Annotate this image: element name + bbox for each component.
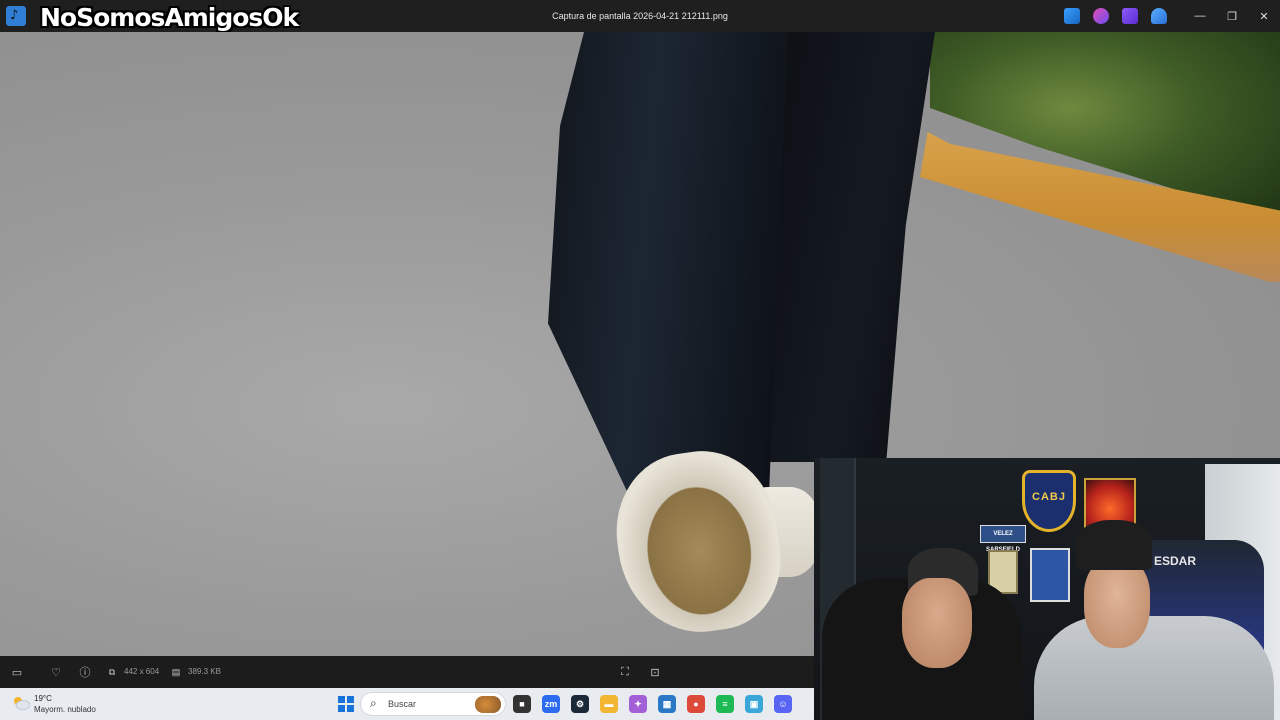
filesize-icon: ▤ bbox=[171, 666, 181, 677]
start-logo-tile bbox=[347, 696, 354, 703]
spotify-icon[interactable]: ≡ bbox=[716, 695, 734, 713]
favorite-icon[interactable]: ♡ bbox=[49, 665, 63, 679]
start-logo-tile bbox=[347, 705, 354, 712]
weather-condition[interactable]: Mayorm. nublado bbox=[34, 705, 96, 714]
boca-shield-icon: CABJ bbox=[1022, 470, 1076, 532]
person-right-cap bbox=[1076, 520, 1152, 570]
chair-brand: ESDAR bbox=[1154, 554, 1197, 568]
image-file-size: 389.3 KB bbox=[188, 667, 221, 676]
search-highlight-icon bbox=[475, 696, 501, 713]
image-dimensions: 442 x 604 bbox=[124, 667, 160, 676]
actual-size-icon[interactable]: ⊡ bbox=[648, 665, 662, 679]
shield-text: CABJ bbox=[1032, 491, 1066, 503]
person-right-body bbox=[1034, 616, 1274, 720]
clipchamp-icon[interactable] bbox=[1122, 8, 1138, 24]
restore-button[interactable]: ❐ bbox=[1216, 0, 1248, 32]
cam-plate: VELEZ SARSFIELD bbox=[980, 525, 1026, 553]
discord-icon[interactable]: ☺ bbox=[774, 695, 792, 713]
cloudy-weather-icon[interactable] bbox=[12, 696, 30, 710]
zoom-icon[interactable]: zm bbox=[542, 695, 560, 713]
start-logo-tile bbox=[338, 705, 345, 712]
pinned-apps: ■ zm ⚙ ▬ ✦ ▦ ● ≡ ▣ ☺ bbox=[513, 695, 792, 713]
task-view-icon[interactable]: ■ bbox=[513, 695, 531, 713]
cam-frame-right bbox=[1030, 548, 1070, 602]
copilot-icon[interactable]: ✦ bbox=[629, 695, 647, 713]
taskbar: 19°C Mayorm. nublado ⌕ Buscar ■ zm ⚙ ▬ ✦ ▦ ● ≡ ▣… bbox=[0, 688, 814, 720]
dimensions-icon: ⧉ bbox=[108, 666, 116, 677]
info-icon[interactable]: ⓘ bbox=[78, 665, 92, 679]
chrome-icon[interactable]: ● bbox=[687, 695, 705, 713]
fit-icon[interactable]: ⛶ bbox=[618, 665, 632, 679]
person-left-face bbox=[902, 578, 972, 668]
photos-icon[interactable]: ▣ bbox=[745, 695, 763, 713]
close-button[interactable]: ✕ bbox=[1248, 0, 1280, 32]
edit-icon[interactable] bbox=[1064, 8, 1080, 24]
start-logo-tile bbox=[338, 696, 345, 703]
filmstrip-icon[interactable]: ▭ bbox=[10, 665, 24, 679]
onedrive-icon[interactable] bbox=[1151, 8, 1167, 24]
title-bar-actions bbox=[1064, 8, 1167, 24]
minimize-button[interactable]: — bbox=[1184, 0, 1216, 32]
viewer-toolbar: ▭ ♡ ⓘ ⧉ 442 x 604 ▤ 389.3 KB ⛶ ⊡ bbox=[0, 656, 814, 688]
start-button[interactable] bbox=[338, 696, 354, 712]
copilot-icon[interactable] bbox=[1093, 8, 1109, 24]
title-bar: ♪ NoSomosAmigosOk Captura de pantalla 20… bbox=[0, 0, 1280, 32]
person-right-face bbox=[1084, 558, 1150, 648]
webcam-overlay: CABJ VELEZ SARSFIELD ESDAR bbox=[814, 458, 1280, 720]
search-icon: ⌕ bbox=[370, 696, 377, 710]
weather-temperature[interactable]: 19°C bbox=[34, 694, 52, 703]
window-controls: — ❐ ✕ bbox=[1184, 0, 1280, 32]
taskbar-search[interactable]: ⌕ Buscar bbox=[360, 692, 506, 716]
search-placeholder: Buscar bbox=[388, 699, 417, 709]
store-icon[interactable]: ▦ bbox=[658, 695, 676, 713]
file-explorer-icon[interactable]: ▬ bbox=[600, 695, 618, 713]
steam-icon[interactable]: ⚙ bbox=[571, 695, 589, 713]
